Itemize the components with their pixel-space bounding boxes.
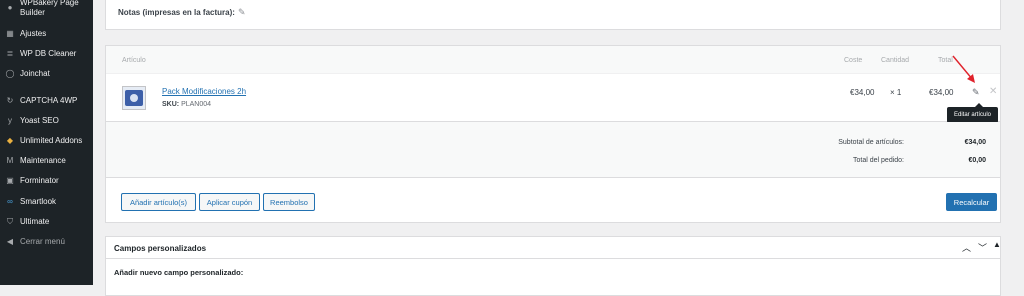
sidebar-item-wp-db-cleaner[interactable]: ≣ WP DB Cleaner [0, 48, 93, 60]
sidebar-item-label: Ajustes [20, 29, 47, 38]
sidebar-item-joinchat[interactable]: ◯ Joinchat [0, 68, 93, 80]
sidebar-item-unlimited-addons[interactable]: ◆ Unlimited Addons [0, 135, 93, 147]
item-total: €34,00 [929, 88, 954, 97]
collapse-icon: ◀ [6, 237, 14, 246]
addons-icon: ◆ [6, 136, 14, 145]
item-quantity: × 1 [890, 88, 902, 97]
shield-icon: ⛉ [7, 217, 13, 226]
sidebar-item-smartlook[interactable]: ∞ Smartlook [0, 196, 93, 208]
sidebar-item-label: Smartlook [20, 197, 57, 206]
yoast-icon: y [8, 116, 12, 125]
column-article: Artículo [122, 57, 146, 64]
column-cost: Coste [844, 57, 863, 64]
database-icon: ≣ [6, 49, 14, 58]
sidebar-item-label: Ultimate [20, 217, 50, 226]
table-row: Pack Modificaciones 2h SKU: PLAN004 €34,… [106, 74, 1000, 122]
delete-item-icon[interactable]: ✕ [989, 86, 997, 97]
sidebar-item-label: Unlimited Addons [20, 136, 83, 145]
chat-icon: ◯ [5, 69, 15, 78]
items-table-header: Artículo Coste Cantidad Total [106, 46, 1000, 74]
main-content: Notas (impresas en la factura): ✎ Artícul… [93, 0, 1024, 296]
column-quantity: Cantidad [881, 57, 910, 64]
product-sku: SKU: PLAN004 [162, 101, 212, 108]
subtotal-label: Subtotal de artículos: [838, 139, 904, 146]
custom-fields-title: Campos personalizados [114, 244, 207, 253]
add-custom-field-label: Añadir nuevo campo personalizado: [114, 268, 244, 277]
item-cost: €34,00 [850, 88, 875, 97]
recalculate-button[interactable]: Recalcular [946, 193, 997, 211]
invoice-notes-panel: Notas (impresas en la factura): ✎ [105, 0, 1001, 30]
chevron-down-icon[interactable]: ﹀ [978, 241, 987, 254]
maintenance-icon: M [6, 156, 14, 165]
items-actions: Añadir artículo(s) Aplicar cupón Reembol… [106, 178, 1000, 224]
subtotal-value: €34,00 [964, 139, 986, 146]
sidebar-item-ultimate[interactable]: ⛉ Ultimate [0, 216, 93, 228]
custom-fields-panel: Campos personalizados ︿ ﹀ ▲ Añadir nuevo… [105, 236, 1001, 296]
edit-item-tooltip: Editar artículo [947, 103, 999, 123]
annotation-arrow-icon [952, 55, 975, 83]
pencil-icon[interactable]: ✎ [238, 7, 246, 17]
notes-label: Notas (impresas en la factura): ✎ [118, 7, 246, 17]
custom-fields-header: Campos personalizados ︿ ﹀ ▲ [106, 237, 1001, 259]
admin-sidebar: ● WPBakery Page Builder ▦ Ajustes ≣ WP D… [0, 0, 93, 285]
order-totals: Subtotal de artículos: €34,00 Total del … [106, 122, 1000, 178]
product-name-link[interactable]: Pack Modificaciones 2h [162, 87, 246, 96]
order-total-value: €0,00 [968, 157, 986, 164]
captcha-icon: ↻ [6, 96, 14, 105]
apply-coupon-button[interactable]: Aplicar cupón [199, 193, 260, 211]
sidebar-item-label: Yoast SEO [20, 116, 59, 125]
sidebar-item-label: Forminator [20, 176, 59, 185]
sidebar-collapse-menu[interactable]: ◀ Cerrar menú [0, 236, 93, 248]
settings-icon: ▦ [6, 29, 14, 38]
sidebar-item-label: Cerrar menú [20, 237, 65, 246]
sidebar-item-label: WP DB Cleaner [20, 49, 77, 58]
collapse-triangle-icon[interactable]: ▲ [993, 240, 1001, 249]
sidebar-item-label: CAPTCHA 4WP [20, 96, 78, 105]
order-items-panel: Artículo Coste Cantidad Total Pack Modif… [105, 45, 1001, 223]
sidebar-item-label: Maintenance [20, 156, 66, 165]
sidebar-item-ajustes[interactable]: ▦ Ajustes [0, 28, 93, 40]
sidebar-item-wpbakery[interactable]: ● WPBakery Page Builder [0, 0, 93, 19]
sidebar-item-maintenance[interactable]: M Maintenance [0, 155, 93, 167]
sidebar-item-forminator[interactable]: ▣ Forminator [0, 175, 93, 187]
sidebar-item-yoast[interactable]: y Yoast SEO [0, 115, 93, 127]
wpbakery-icon: ● [7, 3, 13, 12]
sidebar-item-captcha[interactable]: ↻ CAPTCHA 4WP [0, 95, 93, 107]
add-item-button[interactable]: Añadir artículo(s) [121, 193, 196, 211]
sidebar-item-label: WPBakery Page Builder [20, 0, 79, 17]
order-total-label: Total del pedido: [853, 157, 904, 164]
sidebar-item-label: Joinchat [20, 69, 50, 78]
chevron-up-icon[interactable]: ︿ [962, 241, 971, 254]
smartlook-icon: ∞ [7, 197, 13, 206]
product-thumbnail[interactable] [122, 86, 146, 110]
edit-item-icon[interactable]: ✎ [972, 87, 980, 98]
forminator-icon: ▣ [6, 176, 14, 185]
refund-button[interactable]: Reembolso [263, 193, 315, 211]
